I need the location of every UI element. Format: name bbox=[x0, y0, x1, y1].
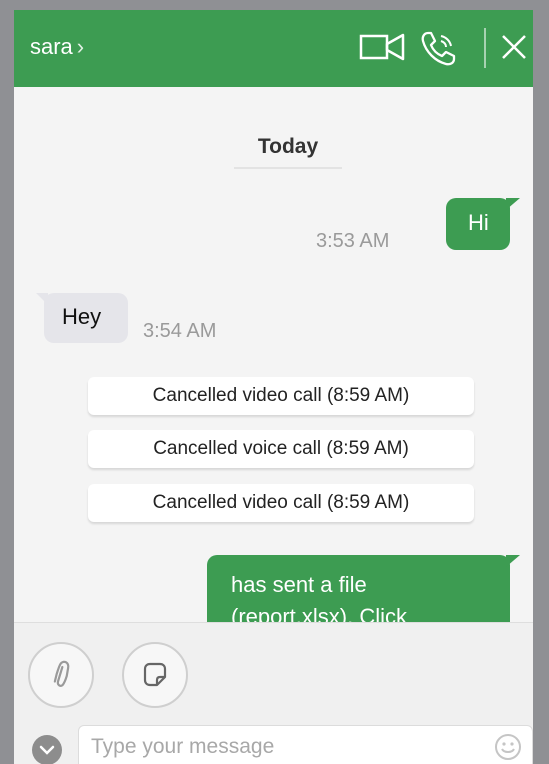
message-text: Hi bbox=[468, 210, 489, 235]
contact-name-link[interactable]: sara › bbox=[30, 34, 84, 60]
attach-button[interactable] bbox=[28, 642, 94, 708]
message-time: 3:54 AM bbox=[143, 320, 217, 342]
chevron-right-icon: › bbox=[76, 34, 85, 59]
message-time: 3:53 AM bbox=[316, 230, 390, 252]
expand-button[interactable] bbox=[32, 735, 62, 764]
message-input[interactable] bbox=[78, 725, 533, 764]
close-icon[interactable] bbox=[499, 32, 529, 62]
voice-call-icon[interactable] bbox=[419, 30, 459, 68]
paperclip-icon bbox=[53, 660, 70, 687]
video-call-icon[interactable] bbox=[359, 30, 407, 64]
smiley-icon[interactable] bbox=[494, 733, 522, 761]
sticker-icon bbox=[143, 662, 167, 687]
message-text: Hey bbox=[62, 304, 102, 329]
sticker-button[interactable] bbox=[122, 642, 188, 708]
system-message: Cancelled video call (8:59 AM) bbox=[88, 484, 474, 522]
message-text: has sent a file (report.xlsx). Click bbox=[231, 572, 408, 622]
message-list[interactable]: Today Hi 3:53 AM Hey 3:54 AM Cancelled v… bbox=[14, 87, 533, 622]
date-separator: Today bbox=[234, 135, 342, 169]
chat-header: sara › bbox=[14, 10, 533, 87]
incoming-message: Hey bbox=[36, 293, 128, 343]
system-message: Cancelled video call (8:59 AM) bbox=[88, 377, 474, 415]
chat-window: sara › Today Hi 3:53 AM Hey 3:54 AM Canc… bbox=[14, 10, 533, 764]
outgoing-file-message[interactable]: has sent a file (report.xlsx). Click bbox=[207, 555, 520, 622]
contact-name: sara bbox=[30, 34, 73, 59]
composer bbox=[14, 622, 533, 764]
outgoing-message: Hi bbox=[446, 198, 520, 250]
header-divider bbox=[484, 28, 486, 68]
system-message: Cancelled voice call (8:59 AM) bbox=[88, 430, 474, 468]
chevron-down-icon bbox=[39, 745, 55, 755]
